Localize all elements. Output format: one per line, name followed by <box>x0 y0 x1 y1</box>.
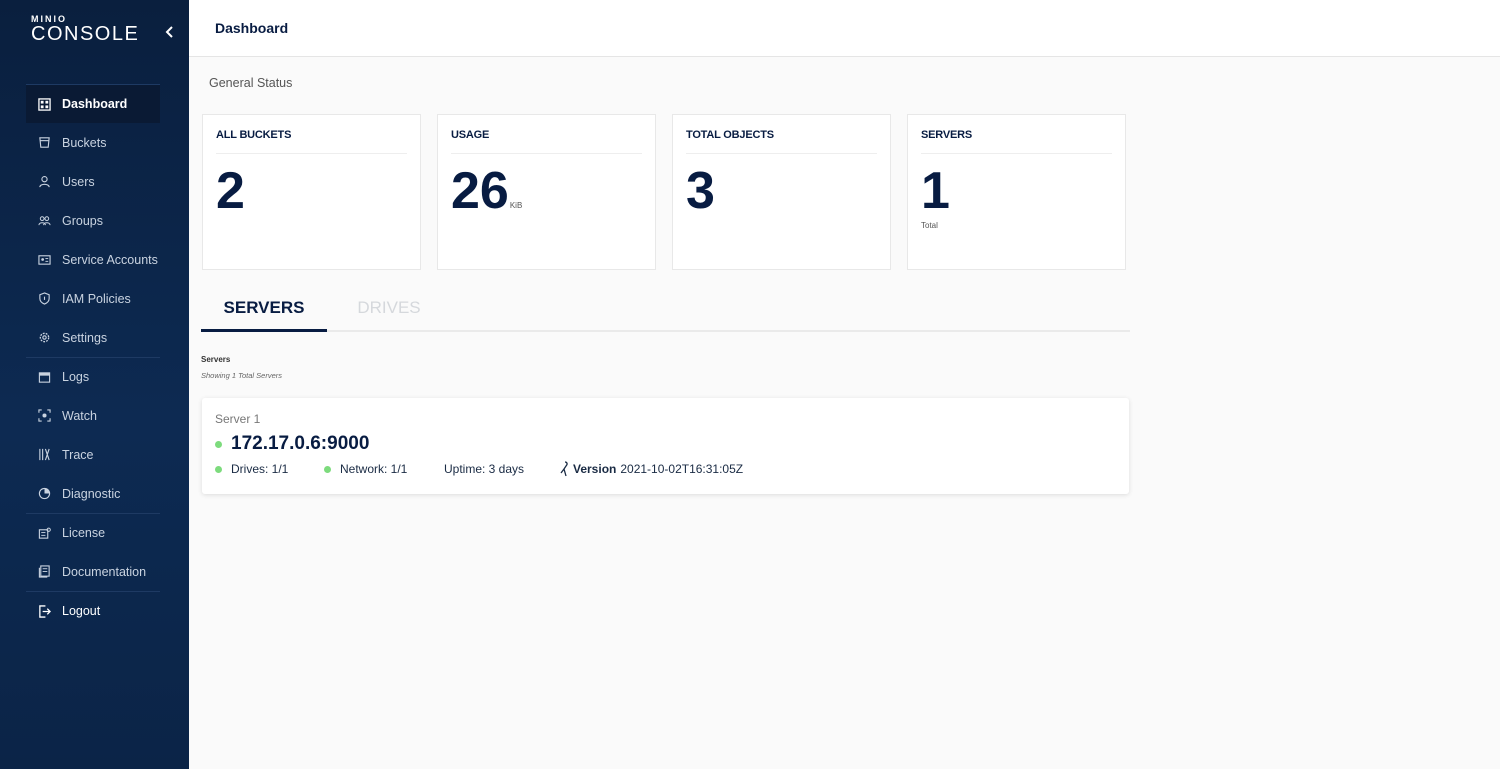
service-accounts-icon <box>37 255 51 265</box>
card-value-number: 2 <box>216 162 245 220</box>
sidebar-item-watch[interactable]: Watch <box>26 396 160 435</box>
version-info: Version 2021-10-02T16:31:05Z <box>558 461 743 477</box>
sidebar-item-label: Trace <box>62 447 94 462</box>
sidebar-item-diagnostic[interactable]: Diagnostic <box>26 474 160 513</box>
card-subtitle: Total <box>921 221 938 230</box>
sidebar-item-license[interactable]: License <box>26 513 160 552</box>
server-name: Server 1 <box>215 412 261 426</box>
card-title: USAGE <box>451 129 490 141</box>
tab-bar: SERVERS DRIVES <box>201 292 1130 332</box>
chevron-left-icon <box>165 26 173 38</box>
usage-card: USAGE 26KiB <box>437 114 656 270</box>
card-value: 3 <box>686 163 715 219</box>
status-online-dot <box>215 465 222 473</box>
sidebar-item-label: License <box>62 526 106 540</box>
sidebar-item-label: Buckets <box>62 135 107 150</box>
bucket-icon <box>38 137 50 148</box>
network-status: Network: 1/1 <box>324 462 444 476</box>
shield-icon <box>38 292 50 305</box>
status-online-dot <box>215 440 222 448</box>
all-buckets-card: ALL BUCKETS 2 <box>202 114 421 270</box>
drives-status: Drives: 1/1 <box>215 462 324 476</box>
minio-bird-icon <box>560 461 568 477</box>
server-card: Server 1 172.17.0.6:9000 Drives: 1/1 Net… <box>202 398 1129 494</box>
sidebar-item-dashboard[interactable]: Dashboard <box>26 84 160 123</box>
sidebar-item-iam-policies[interactable]: IAM Policies <box>26 279 160 318</box>
card-title: ALL BUCKETS <box>216 129 292 141</box>
page-title: Dashboard <box>215 20 289 36</box>
sidebar-item-settings[interactable]: Settings <box>26 318 160 357</box>
gear-icon <box>39 332 49 343</box>
sidebar-item-label: Watch <box>62 408 97 423</box>
sidebar-item-label: Dashboard <box>62 97 128 111</box>
sidebar-item-label: IAM Policies <box>62 291 131 306</box>
card-value-number: 3 <box>686 162 715 220</box>
sidebar-item-documentation[interactable]: Documentation <box>26 552 160 591</box>
uptime: Uptime: 3 days <box>444 462 525 476</box>
sidebar-item-logout[interactable]: Logout <box>26 591 160 630</box>
logo-big-text: CONSOLE <box>31 23 140 45</box>
documentation-icon <box>38 565 50 578</box>
watch-icon <box>37 409 51 422</box>
license-icon <box>38 527 51 539</box>
sidebar-item-label: Diagnostic <box>62 486 121 501</box>
card-unit: KiB <box>509 201 523 210</box>
sidebar-nav: Dashboard Buckets Users Groups Service A… <box>26 84 160 630</box>
sidebar-item-label: Service Accounts <box>62 252 158 267</box>
server-meta: Drives: 1/1 Network: 1/1 Uptime: 3 days … <box>215 461 743 477</box>
sidebar-item-users[interactable]: Users <box>26 162 160 201</box>
tab-servers[interactable]: SERVERS <box>201 298 327 332</box>
sidebar-item-label: Settings <box>62 330 108 345</box>
total-objects-card: TOTAL OBJECTS 3 <box>672 114 891 270</box>
sidebar-item-service-accounts[interactable]: Service Accounts <box>26 240 160 279</box>
logout-icon <box>38 604 51 618</box>
sidebar-item-label: Groups <box>62 213 103 228</box>
card-value-number: 26 <box>451 162 509 220</box>
version-value: 2021-10-02T16:31:05Z <box>620 462 744 476</box>
general-status-title: General Status <box>209 76 293 90</box>
server-address-row: 172.17.0.6:9000 <box>215 433 369 455</box>
servers-section-label: Servers <box>201 355 231 364</box>
trace-icon <box>38 448 50 461</box>
sidebar-item-buckets[interactable]: Buckets <box>26 123 160 162</box>
card-title: TOTAL OBJECTS <box>686 129 774 141</box>
card-value: 1 <box>921 163 950 219</box>
sidebar: MINIO CONSOLE Dashboard Buckets Users Gr… <box>0 0 189 769</box>
server-address: 172.17.0.6:9000 <box>231 433 370 454</box>
sidebar-item-trace[interactable]: Trace <box>26 435 160 474</box>
status-online-dot <box>324 465 331 473</box>
card-value: 26KiB <box>451 163 522 234</box>
user-icon <box>38 176 50 188</box>
sidebar-item-label: Logout <box>62 604 101 618</box>
page-header: Dashboard <box>189 0 1500 57</box>
sidebar-item-label: Documentation <box>62 564 147 579</box>
card-value-number: 1 <box>921 162 950 220</box>
version-label: Version <box>573 462 617 476</box>
collapse-sidebar-button[interactable] <box>163 25 177 43</box>
drives-text: Drives: 1/1 <box>231 462 289 476</box>
dashboard-icon <box>37 97 51 111</box>
groups-icon <box>37 216 51 226</box>
card-title: SERVERS <box>921 129 972 141</box>
sidebar-item-logs[interactable]: Logs <box>26 357 160 396</box>
tab-drives[interactable]: DRIVES <box>347 298 431 332</box>
network-text: Network: 1/1 <box>340 462 408 476</box>
servers-card: SERVERS 1 Total <box>907 114 1126 270</box>
logs-icon <box>38 371 50 383</box>
diagnostic-icon <box>38 487 50 500</box>
sidebar-item-label: Logs <box>62 370 90 384</box>
servers-section-subtitle: Showing 1 Total Servers <box>201 371 283 380</box>
minio-console-logo[interactable]: MINIO CONSOLE <box>31 14 139 44</box>
card-value: 2 <box>216 163 245 219</box>
sidebar-item-groups[interactable]: Groups <box>26 201 160 240</box>
sidebar-item-label: Users <box>62 174 95 189</box>
